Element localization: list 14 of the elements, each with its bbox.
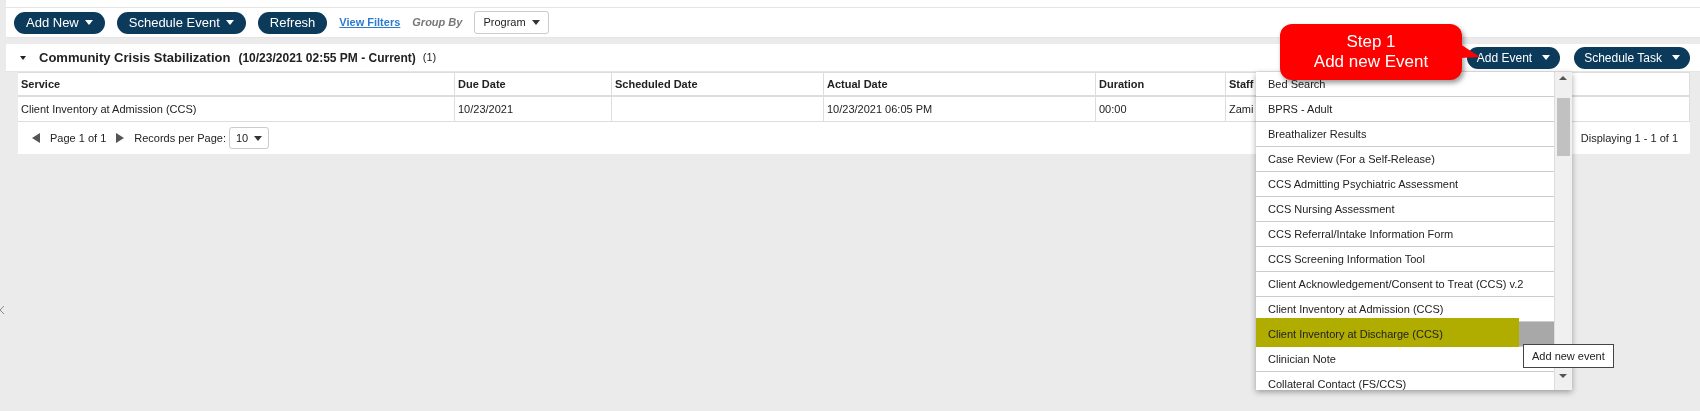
callout-text: Step 1 xyxy=(1346,32,1396,52)
table-cell: 10/23/2021 06:05 PM xyxy=(824,97,1096,121)
callout-text: Add new Event xyxy=(1313,52,1429,72)
records-per-page-label: Records per Page: xyxy=(134,130,226,146)
group-date-range: (10/23/2021 02:55 PM - Current) xyxy=(238,49,416,67)
group-by-label: Group By xyxy=(412,15,463,31)
table-cell: 10/23/2021 xyxy=(455,97,612,121)
displaying-count: Displaying 1 - 1 of 1 xyxy=(1580,130,1678,146)
group-title: Community Crisis Stabilization xyxy=(39,48,231,67)
table-cell: Client Inventory at Admission (CCS) xyxy=(18,97,455,121)
tooltip: Add new event xyxy=(1523,344,1614,368)
table-cell: 00:00 xyxy=(1096,97,1226,121)
group-count: (1) xyxy=(422,50,437,66)
page-indicator: Page 1 of 1 xyxy=(50,130,107,146)
